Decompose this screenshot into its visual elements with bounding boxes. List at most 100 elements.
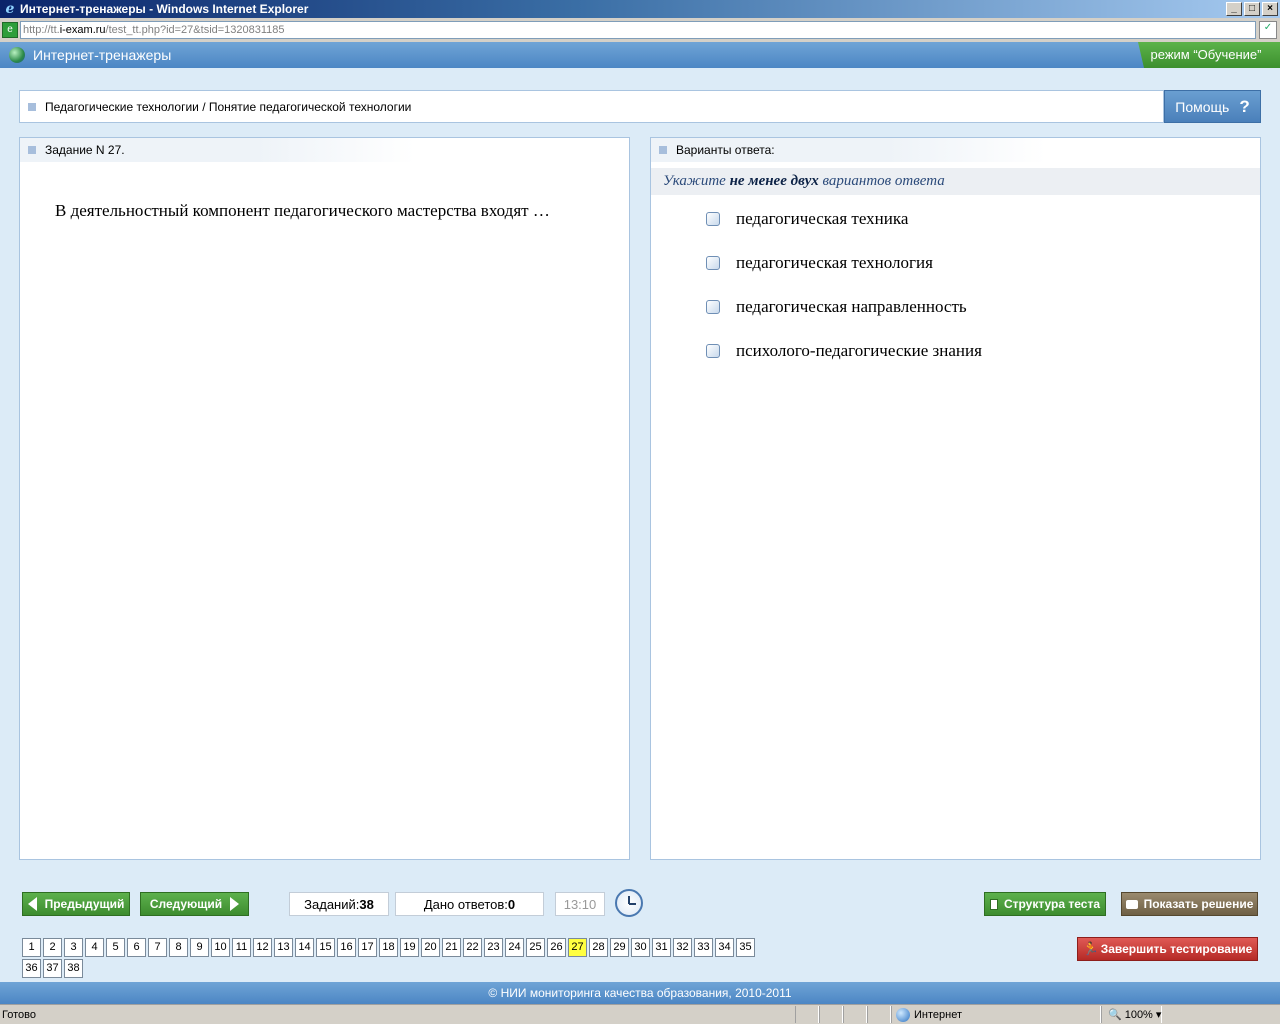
- answer-option-label: психолого-педагогические знания: [736, 341, 982, 360]
- page-link[interactable]: 37: [43, 959, 62, 978]
- page-link[interactable]: 14: [295, 938, 314, 957]
- next-label: Следующий: [149, 897, 223, 911]
- page-link[interactable]: 22: [463, 938, 482, 957]
- breadcrumb: Педагогические технологии / Понятие педа…: [19, 90, 1164, 123]
- page-link[interactable]: 34: [715, 938, 734, 957]
- page-link[interactable]: 15: [316, 938, 335, 957]
- page-link[interactable]: 24: [505, 938, 524, 957]
- answer-option-2[interactable]: педагогическая технология: [706, 241, 1260, 285]
- answer-option-3[interactable]: педагогическая направленность: [706, 285, 1260, 329]
- zone-label: Интернет: [914, 1008, 962, 1021]
- page-link[interactable]: 3: [64, 938, 83, 957]
- bullet-square-icon: [28, 102, 36, 111]
- answer-option-label: педагогическая техника: [736, 209, 909, 228]
- page-link[interactable]: 13: [274, 938, 293, 957]
- answered-count: Дано ответов: 0: [395, 892, 544, 916]
- answer-option-4[interactable]: психолого-педагогические знания: [706, 329, 1260, 373]
- page-link[interactable]: 16: [337, 938, 356, 957]
- app-header: Интернет-тренажеры режим “Обучение”: [0, 42, 1280, 68]
- page-link[interactable]: 36: [22, 959, 41, 978]
- status-cell: [867, 1006, 891, 1023]
- page-link[interactable]: 21: [442, 938, 461, 957]
- clock-icon: [615, 889, 643, 917]
- internet-zone-icon: [896, 1007, 910, 1022]
- test-structure-label: Структура теста: [1003, 897, 1101, 911]
- page-link[interactable]: 18: [379, 938, 398, 957]
- question-pager: 1 2 3 4 5 6 7 8 9 10 11 12 13 14 15 16 17 18 19 20 21 22 23 24 2…: [22, 938, 762, 978]
- help-label: Помощь: [1175, 98, 1230, 115]
- task-panel: Задание N 27. В деятельностный компонент…: [19, 137, 630, 860]
- status-text: Готово: [2, 1008, 36, 1021]
- answers-panel: Варианты ответа: Укажите не менее двух в…: [650, 137, 1261, 860]
- globe-icon: [9, 47, 25, 63]
- page-link[interactable]: 31: [652, 938, 671, 957]
- page-link[interactable]: 23: [484, 938, 503, 957]
- test-structure-button[interactable]: Структура теста: [984, 892, 1106, 916]
- page-link[interactable]: 30: [631, 938, 650, 957]
- task-number: Задание N 27.: [45, 143, 125, 157]
- question-mark-icon: ?: [1239, 96, 1250, 116]
- page-link[interactable]: 4: [85, 938, 104, 957]
- answered-label: Дано ответов:: [423, 896, 508, 912]
- page-link[interactable]: 26: [547, 938, 566, 957]
- bullet-square-icon: [659, 146, 667, 154]
- close-button[interactable]: ×: [1262, 2, 1278, 16]
- maximize-button[interactable]: □: [1244, 2, 1260, 16]
- checkbox[interactable]: [706, 300, 720, 314]
- tasks-count: Заданий: 38: [289, 892, 389, 916]
- task-panel-header: Задание N 27.: [20, 138, 415, 162]
- page-link[interactable]: 1: [22, 938, 41, 957]
- page-link[interactable]: 12: [253, 938, 272, 957]
- page-link[interactable]: 33: [694, 938, 713, 957]
- finish-test-button[interactable]: 🏃 Завершить тестирование: [1077, 937, 1258, 961]
- page-link[interactable]: 11: [232, 938, 251, 957]
- page-link[interactable]: 38: [64, 959, 83, 978]
- zoom-level: 100%: [1124, 1008, 1153, 1021]
- tasks-value: 38: [359, 896, 374, 912]
- checkbox[interactable]: [706, 256, 720, 270]
- chevron-down-icon: ▾: [1155, 1009, 1162, 1021]
- page-link[interactable]: 19: [400, 938, 419, 957]
- page-link[interactable]: 10: [211, 938, 230, 957]
- previous-button[interactable]: Предыдущий: [22, 892, 130, 916]
- answer-option-label: педагогическая технология: [736, 253, 933, 272]
- page-link[interactable]: 6: [127, 938, 146, 957]
- browser-statusbar: Готово Интернет 🔍 100% ▾: [0, 1004, 1280, 1024]
- question-text: В деятельностный компонент педагогическо…: [55, 201, 550, 220]
- page-link[interactable]: 20: [421, 938, 440, 957]
- next-button[interactable]: Следующий: [140, 892, 249, 916]
- answer-option-label: педагогическая направленность: [736, 297, 967, 316]
- page-link[interactable]: 8: [169, 938, 188, 957]
- page-link[interactable]: 9: [190, 938, 209, 957]
- page-link[interactable]: 2: [43, 938, 62, 957]
- page-link[interactable]: 29: [610, 938, 629, 957]
- page-link[interactable]: 5: [106, 938, 125, 957]
- show-solution-button[interactable]: Показать решение: [1121, 892, 1258, 916]
- page-link[interactable]: 28: [589, 938, 608, 957]
- breadcrumb-text: Педагогические технологии / Понятие педа…: [45, 99, 412, 114]
- page-link[interactable]: 32: [673, 938, 692, 957]
- page-link[interactable]: 25: [526, 938, 545, 957]
- status-cell: [819, 1006, 843, 1023]
- page-link[interactable]: 27: [568, 938, 587, 957]
- book-icon: [1125, 899, 1138, 909]
- answer-option-1[interactable]: педагогическая техника: [706, 197, 1260, 241]
- previous-label: Предыдущий: [44, 897, 125, 911]
- ie-logo-icon: e: [5, 1, 15, 17]
- checkbox[interactable]: [706, 344, 720, 358]
- security-zone[interactable]: Интернет: [891, 1006, 1101, 1023]
- page-link[interactable]: 7: [148, 938, 167, 957]
- answer-options: педагогическая техника педагогическая те…: [651, 195, 1260, 373]
- page-status-icon[interactable]: ✓: [1259, 21, 1277, 39]
- answered-value: 0: [507, 896, 516, 912]
- finish-test-label: Завершить тестирование: [1100, 942, 1253, 956]
- page-link[interactable]: 35: [736, 938, 755, 957]
- zoom-control[interactable]: 🔍 100% ▾: [1101, 1006, 1163, 1023]
- minimize-button[interactable]: _: [1226, 2, 1242, 16]
- checkbox[interactable]: [706, 212, 720, 226]
- status-cell: [843, 1006, 867, 1023]
- page-link[interactable]: 17: [358, 938, 377, 957]
- help-button[interactable]: Помощь ?: [1164, 90, 1261, 123]
- document-icon: [989, 898, 998, 910]
- url-field[interactable]: http://tt.i-exam.ru/test_tt.php?id=27&ts…: [20, 21, 1256, 39]
